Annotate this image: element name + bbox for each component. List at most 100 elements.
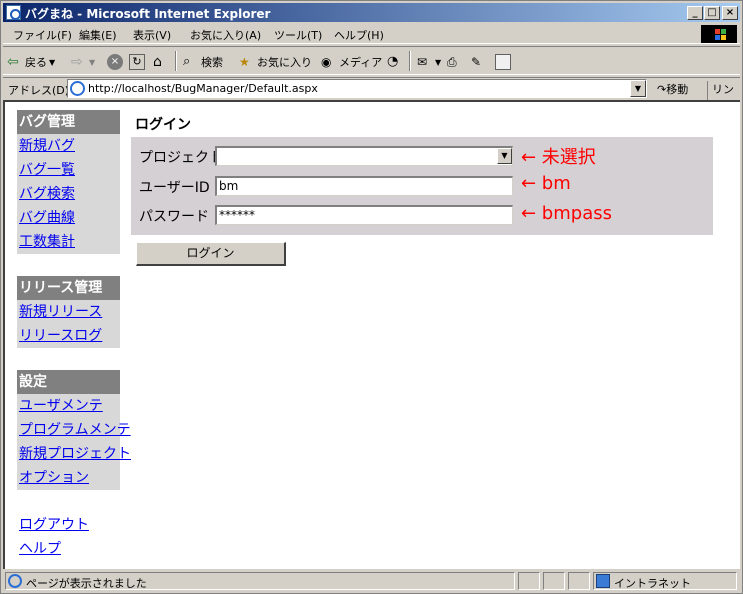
userid-input[interactable]: bm bbox=[215, 176, 513, 196]
mail-icon: ✉ bbox=[417, 55, 428, 69]
userid-label: ユーザーID bbox=[139, 180, 210, 196]
nav-user-maintenance[interactable]: ユーザメンテ bbox=[17, 394, 120, 418]
nav-effort-summary[interactable]: 工数集計 bbox=[17, 230, 120, 254]
close-button[interactable]: × bbox=[722, 6, 738, 20]
address-label: アドレス(D) bbox=[8, 84, 70, 97]
menu-file[interactable]: ファイル(F) bbox=[13, 27, 72, 43]
favorites-button[interactable]: ★ お気に入り bbox=[239, 54, 312, 70]
status-bar: ページが表示されました イントラネット bbox=[3, 571, 740, 591]
intranet-icon bbox=[596, 574, 610, 588]
history-icon: ◔ bbox=[387, 54, 399, 69]
login-button[interactable]: ログイン bbox=[136, 242, 286, 266]
menu-bar: ファイル(F) 編集(E) 表示(V) お気に入り(A) ツール(T) ヘルプ(… bbox=[3, 24, 740, 44]
password-annotation: ← bmpass bbox=[521, 203, 612, 224]
nav-bug-header: バグ管理 bbox=[17, 110, 120, 134]
project-label: プロジェクト bbox=[139, 150, 223, 166]
home-button[interactable]: ⌂ bbox=[153, 54, 169, 70]
windows-logo-icon bbox=[701, 25, 737, 43]
discuss-icon bbox=[495, 54, 511, 70]
nav-new-release[interactable]: 新規リリース bbox=[17, 300, 120, 324]
status-cell bbox=[518, 572, 540, 590]
nav-new-bug[interactable]: 新規バグ bbox=[17, 134, 120, 158]
media-label: メディア bbox=[339, 56, 383, 69]
media-icon: ◉ bbox=[321, 55, 332, 69]
help-link[interactable]: ヘルプ bbox=[19, 538, 61, 558]
browser-window: バグまね - Microsoft Internet Explorer _ □ ×… bbox=[0, 0, 743, 594]
project-annotation: ← 未選択 bbox=[521, 147, 596, 168]
mail-button[interactable]: ✉ ▼ bbox=[417, 54, 441, 70]
edit-button[interactable]: ✎ bbox=[471, 54, 487, 70]
media-button[interactable]: ◉ メディア bbox=[321, 54, 382, 70]
nav-bug-section: バグ管理 新規バグ バグ一覧 バグ検索 バグ曲線 工数集計 bbox=[17, 110, 120, 254]
dropdown-arrow-icon: ▼ bbox=[49, 57, 56, 67]
page-content: バグ管理 新規バグ バグ一覧 バグ検索 バグ曲線 工数集計 リリース管理 新規リ… bbox=[3, 100, 740, 569]
forward-button[interactable]: ⇨ ▼ bbox=[71, 54, 95, 70]
status-cell bbox=[543, 572, 565, 590]
ie-app-icon bbox=[6, 5, 21, 20]
nav-release-header: リリース管理 bbox=[17, 276, 120, 300]
edit-icon: ✎ bbox=[471, 55, 482, 69]
search-label: 検索 bbox=[201, 56, 223, 69]
security-zone: イントラネット bbox=[593, 572, 737, 590]
forward-arrow-icon: ⇨ bbox=[71, 54, 83, 70]
stop-icon: × bbox=[107, 54, 123, 70]
nav-bug-search[interactable]: バグ検索 bbox=[17, 182, 120, 206]
favorites-label: お気に入り bbox=[257, 56, 312, 69]
nav-program-maintenance[interactable]: プログラムメンテ bbox=[17, 418, 131, 442]
status-main: ページが表示されました bbox=[5, 572, 515, 590]
print-icon: ⎙ bbox=[447, 55, 457, 69]
favorites-icon: ★ bbox=[239, 55, 250, 69]
toolbar: ⇦ 戻る ▼ ⇨ ▼ × ↻ ⌂ ⌕ 検索 ★ お気に入り ◉ メディア ◔ ✉… bbox=[3, 46, 740, 75]
zone-text: イントラネット bbox=[614, 577, 691, 590]
nav-settings-header: 設定 bbox=[17, 370, 120, 394]
nav-new-project[interactable]: 新規プロジェクト bbox=[17, 442, 131, 466]
page-icon bbox=[70, 81, 85, 96]
go-arrow-icon: ↷ bbox=[657, 83, 667, 96]
menu-favorites[interactable]: お気に入り(A) bbox=[190, 27, 261, 43]
refresh-button[interactable]: ↻ bbox=[129, 54, 145, 70]
password-input[interactable]: ****** bbox=[215, 205, 513, 225]
title-bar: バグまね - Microsoft Internet Explorer _ □ × bbox=[3, 3, 740, 22]
nav-settings-section: 設定 ユーザメンテ プログラムメンテ 新規プロジェクト オプション bbox=[17, 370, 131, 490]
menu-view[interactable]: 表示(V) bbox=[133, 27, 171, 43]
menu-tools[interactable]: ツール(T) bbox=[274, 27, 322, 43]
maximize-button[interactable]: □ bbox=[704, 6, 720, 20]
go-label: 移動 bbox=[666, 83, 689, 96]
nav-bug-list[interactable]: バグ一覧 bbox=[17, 158, 120, 182]
login-title: ログイン bbox=[135, 117, 191, 133]
minimize-button[interactable]: _ bbox=[687, 6, 703, 20]
address-dropdown-icon[interactable]: ▼ bbox=[630, 80, 646, 97]
logout-link[interactable]: ログアウト bbox=[19, 514, 89, 534]
nav-release-log[interactable]: リリースログ bbox=[17, 324, 120, 348]
nav-bug-curve[interactable]: バグ曲線 bbox=[17, 206, 120, 230]
toolbar-separator bbox=[175, 51, 177, 71]
page-loaded-icon bbox=[8, 574, 22, 588]
home-icon: ⌂ bbox=[153, 54, 162, 70]
go-button[interactable]: ↷移動 bbox=[657, 81, 688, 97]
status-text: ページが表示されました bbox=[26, 577, 147, 590]
userid-annotation: ← bm bbox=[521, 173, 571, 194]
back-arrow-icon: ⇦ bbox=[7, 54, 19, 70]
search-button[interactable]: ⌕ 検索 bbox=[183, 54, 223, 70]
project-select[interactable]: ▼ bbox=[215, 146, 513, 166]
refresh-icon: ↻ bbox=[129, 54, 145, 70]
address-field[interactable]: http://localhost/BugManager/Default.aspx… bbox=[67, 79, 647, 98]
nav-release-section: リリース管理 新規リリース リリースログ bbox=[17, 276, 120, 348]
toolbar-separator bbox=[409, 51, 411, 71]
back-button[interactable]: ⇦ 戻る ▼ bbox=[7, 54, 55, 70]
nav-options[interactable]: オプション bbox=[17, 466, 120, 490]
history-button[interactable]: ◔ bbox=[387, 54, 403, 70]
chevron-down-icon[interactable]: ▼ bbox=[497, 148, 512, 164]
address-bar: アドレス(D) http://localhost/BugManager/Defa… bbox=[3, 77, 740, 113]
print-button[interactable]: ⎙ bbox=[447, 54, 463, 70]
password-label: パスワード bbox=[139, 209, 209, 225]
status-cell bbox=[568, 572, 590, 590]
login-form: プロジェクト ▼ ← 未選択 ユーザーID bm ← bm パスワード ****… bbox=[131, 137, 713, 235]
menu-help[interactable]: ヘルプ(H) bbox=[334, 27, 384, 43]
window-title: バグまね - Microsoft Internet Explorer bbox=[25, 7, 271, 21]
address-url[interactable]: http://localhost/BugManager/Default.aspx bbox=[88, 82, 318, 95]
menu-edit[interactable]: 編集(E) bbox=[79, 27, 117, 43]
discuss-button[interactable] bbox=[495, 54, 511, 70]
stop-button[interactable]: × bbox=[107, 54, 123, 70]
dropdown-arrow-icon: ▼ bbox=[435, 57, 442, 67]
